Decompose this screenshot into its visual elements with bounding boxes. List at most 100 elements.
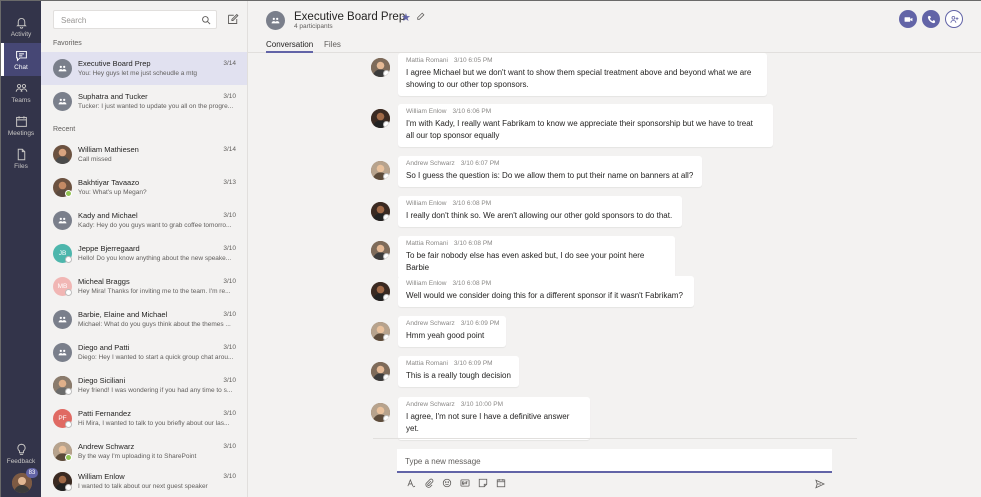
group-avatar (53, 343, 72, 362)
avatar (53, 145, 72, 164)
gif-icon[interactable] (460, 478, 470, 488)
audio-call-button[interactable] (922, 10, 940, 28)
chat-item-name: Suphatra and Tucker (78, 92, 148, 101)
format-icon[interactable] (406, 478, 416, 488)
message-avatar (371, 241, 390, 260)
video-camera-icon (904, 16, 912, 22)
bell-icon (15, 17, 27, 29)
chat-item-preview: Michael: What do you guys think about th… (78, 321, 231, 328)
chat-item-diego-and-patti[interactable]: Diego and Patti Diego: Hey I wanted to s… (41, 336, 247, 369)
emoji-icon[interactable] (442, 478, 452, 488)
chat-item-name: Andrew Schwarz (78, 442, 135, 451)
new-chat-icon[interactable] (227, 13, 239, 25)
chat-item-micheal-braggs[interactable]: MB Micheal Braggs Hey Mira! Thanks for i… (41, 270, 247, 303)
rail-teams[interactable]: Teams (1, 76, 41, 109)
chat-item-name: Micheal Braggs (78, 277, 130, 286)
favorite-star-icon[interactable]: ★ (401, 11, 411, 24)
group-avatar (266, 11, 285, 30)
send-icon[interactable] (815, 479, 825, 489)
message-text: I agree, I'm not sure I have a definitiv… (406, 412, 570, 433)
message-author: William Enlow (406, 200, 447, 207)
rail-meetings[interactable]: Meetings (1, 109, 41, 142)
chat-item-date: 3/10 (223, 473, 236, 480)
attach-icon[interactable] (424, 478, 434, 488)
presence-indicator (65, 190, 72, 197)
rail-chat[interactable]: Chat (1, 43, 41, 76)
chat-item-andrew-schwarz[interactable]: Andrew Schwarz By the way I'm uploading … (41, 435, 247, 468)
edit-pencil-icon[interactable] (416, 12, 425, 21)
rail-files[interactable]: Files (1, 142, 41, 175)
message-avatar (371, 362, 390, 381)
message-compose-input[interactable]: Type a new message (397, 449, 832, 473)
message-time: 3/10 6:08 PM (452, 200, 492, 207)
rail-feedback[interactable]: Feedback (1, 437, 41, 470)
message-avatar (371, 322, 390, 341)
rail-meetings-label: Meetings (7, 129, 35, 137)
conversation-header: Executive Board Prep ★ 4 participants Co… (248, 1, 981, 53)
chat-item-date: 3/10 (223, 212, 236, 219)
schedule-meeting-icon[interactable] (496, 478, 506, 488)
notification-badge: 83 (26, 468, 38, 478)
chat-item-date: 3/10 (223, 245, 236, 252)
message-time: 3/10 6:08 PM (453, 240, 493, 247)
group-avatar (53, 59, 72, 78)
message-author: William Enlow (406, 108, 447, 115)
chat-item-preview: Hey Mira! Thanks for inviting me to the … (78, 288, 231, 295)
chat-item-date: 3/10 (223, 410, 236, 417)
message-bubble: Mattia Romani 3/10 6:08 PM To be fair nob… (398, 236, 675, 279)
rail-teams-label: Teams (11, 96, 31, 104)
add-person-icon (949, 15, 958, 23)
group-avatar (53, 211, 72, 230)
chat-list-panel: Search Favorites Executive Board Prep Yo… (41, 1, 248, 497)
message-time: 3/10 6:08 PM (452, 280, 492, 287)
message-author: Andrew Schwarz (406, 401, 455, 408)
message-time: 3/10 6:06 PM (452, 108, 492, 115)
lightbulb-icon (16, 443, 26, 455)
message-author: Andrew Schwarz (406, 160, 455, 167)
chat-item-preview: I wanted to talk about our next guest sp… (78, 483, 208, 490)
sticker-icon[interactable] (478, 478, 488, 488)
search-icon[interactable] (201, 15, 211, 25)
chat-item-bakhtiyar-tavaazo[interactable]: Bakhtiyar Tavaazo You: What's up Megan? … (41, 171, 247, 204)
search-input[interactable]: Search (53, 10, 217, 29)
chat-item-name: Bakhtiyar Tavaazo (78, 178, 140, 187)
chat-item-preview: Hi Mira, I wanted to talk to you briefly… (78, 420, 230, 427)
rail-activity[interactable]: Activity (1, 10, 41, 43)
chat-item-date: 3/14 (223, 60, 236, 67)
chat-item-date: 3/10 (223, 93, 236, 100)
recent-heading: Recent (53, 126, 76, 133)
chat-item-name: Executive Board Prep (78, 59, 151, 68)
chat-item-jeppe-bjerregaard[interactable]: JB Jeppe Bjerregaard Hello! Do you know … (41, 237, 247, 270)
chat-item-preview: By the way I'm uploading it to SharePoin… (78, 453, 197, 460)
chat-item-kady-and-michael[interactable]: Kady and Michael Kady: Hey do you guys w… (41, 204, 247, 237)
chat-item-william-enlow[interactable]: William Enlow I wanted to talk about our… (41, 465, 247, 497)
video-call-button[interactable] (899, 10, 917, 28)
chat-item-preview: Kady: Hey do you guys want to grab coffe… (78, 222, 232, 229)
message-text: This is a really tough decision (406, 371, 511, 380)
app-rail: Activity Chat Teams Meetings Files Feedb… (1, 1, 41, 497)
chat-item-name: William Mathiesen (78, 145, 139, 154)
add-people-button[interactable] (945, 10, 963, 28)
presence-indicator (65, 289, 72, 296)
message-bubble: Andrew Schwarz 3/10 6:09 PM Hmm yeah good… (398, 316, 506, 347)
message-bubble: Mattia Romani 3/10 6:05 PM I agree Michae… (398, 53, 767, 96)
chat-item-date: 3/10 (223, 377, 236, 384)
chat-item-barbie-elaine-and-michael[interactable]: Barbie, Elaine and Michael Michael: What… (41, 303, 247, 336)
chat-item-executive-board-prep[interactable]: Executive Board Prep You: Hey guys let m… (41, 52, 247, 85)
chat-item-diego-siciliani[interactable]: Diego Siciliani Hey friend! I was wonder… (41, 369, 247, 402)
tab-files[interactable]: Files (324, 40, 341, 49)
chat-item-patti-fernandez[interactable]: PF Patti Fernandez Hi Mira, I wanted to … (41, 402, 247, 435)
chat-item-william-mathiesen[interactable]: William Mathiesen Call missed 3/14 (41, 138, 247, 171)
chat-item-name: Barbie, Elaine and Michael (78, 310, 168, 319)
chat-item-date: 3/13 (223, 179, 236, 186)
message-author: Mattia Romani (406, 57, 448, 64)
message-time: 3/10 6:09 PM (453, 360, 493, 367)
chat-item-name: Diego and Patti (78, 343, 130, 352)
message-text: Well would we consider doing this for a … (406, 291, 683, 300)
conversation-title: Executive Board Prep (294, 11, 406, 23)
message-text: I really don't think so. We aren't allow… (406, 211, 673, 220)
chat-item-suphatra-and-tucker[interactable]: Suphatra and Tucker Tucker: I just wante… (41, 85, 247, 118)
tab-conversation[interactable]: Conversation (266, 40, 314, 53)
search-placeholder: Search (61, 16, 87, 25)
chat-item-preview: You: Hey guys let me just scheudle a mtg (78, 70, 197, 77)
